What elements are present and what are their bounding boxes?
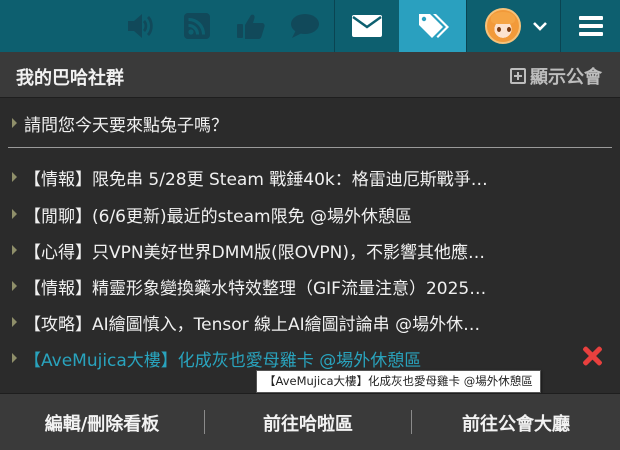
list-item-label[interactable]: 【情報】精靈形象變換藥水特效整理（GIF流量注意）2025… bbox=[24, 274, 486, 299]
list-item[interactable]: 【情報】限免串 5/28更 Steam 戰錘40k：格雷迪厄斯戰爭… bbox=[0, 160, 620, 194]
prompt-row: 請問您今天要來點兔子嗎？ bbox=[0, 106, 620, 140]
tooltip: 【AveMujica大樓】化成灰也愛母雞卡 @場外休憩區 bbox=[256, 370, 541, 393]
panel-footer: 編輯/刪除看板 前往哈啦區 前往公會大廳 bbox=[0, 393, 620, 450]
bullet-icon bbox=[12, 118, 17, 128]
panel-header: 我的巴哈社群 顯示公會 bbox=[0, 52, 620, 98]
chat-bubble-icon[interactable] bbox=[282, 0, 328, 52]
menu-icon[interactable] bbox=[561, 0, 620, 52]
list-item-label[interactable]: 【心得】只VPN美好世界DMM版(限OVPN)，不影響其他應… bbox=[24, 238, 485, 263]
bullet-icon bbox=[12, 317, 17, 327]
list-item[interactable]: 【心得】只VPN美好世界DMM版(限OVPN)，不影響其他應… bbox=[0, 233, 620, 267]
rss-icon[interactable] bbox=[174, 0, 220, 52]
bullet-icon bbox=[12, 281, 17, 291]
list-item[interactable]: 【閒聊】(6/6更新)最近的steam限免 @場外休憩區 bbox=[0, 197, 620, 231]
show-guild-label: 顯示公會 bbox=[530, 67, 602, 88]
remove-icon[interactable] bbox=[582, 346, 602, 366]
thumbs-up-icon[interactable] bbox=[228, 0, 274, 52]
list-item-label[interactable]: 【情報】限免串 5/28更 Steam 戰錘40k：格雷迪厄斯戰爭… bbox=[24, 165, 488, 190]
bullet-icon bbox=[12, 353, 17, 363]
list-item-label[interactable]: 【AveMujica大樓】化成灰也愛母雞卡 @場外休憩區 bbox=[24, 346, 421, 371]
chevron-down-icon bbox=[533, 22, 547, 31]
show-guild-button[interactable]: 顯示公會 bbox=[510, 63, 602, 89]
goto-hala-button[interactable]: 前往哈啦區 bbox=[205, 394, 411, 450]
community-panel: 我的巴哈社群 顯示公會 請問您今天要來點兔子嗎？ 【情報】限免串 5/28更 S… bbox=[0, 52, 620, 450]
bullet-icon bbox=[12, 209, 17, 219]
user-menu[interactable] bbox=[476, 0, 556, 52]
top-navbar bbox=[0, 0, 620, 52]
envelope-icon[interactable] bbox=[335, 0, 399, 52]
prompt-text: 請問您今天要來點兔子嗎？ bbox=[24, 115, 228, 136]
goto-guild-button[interactable]: 前往公會大廳 bbox=[412, 394, 620, 450]
list-item[interactable]: 【攻略】AI繪圖慎入，Tensor 線上AI繪圖討論串 @場外休… bbox=[0, 305, 620, 339]
list-item-label[interactable]: 【攻略】AI繪圖慎入，Tensor 線上AI繪圖討論串 @場外休… bbox=[24, 310, 480, 335]
avatar bbox=[485, 8, 521, 44]
tags-icon[interactable] bbox=[399, 0, 466, 52]
plus-square-icon bbox=[510, 68, 526, 84]
list-item-label[interactable]: 【閒聊】(6/6更新)最近的steam限免 @場外休憩區 bbox=[24, 202, 412, 227]
divider bbox=[8, 147, 612, 148]
panel-title: 我的巴哈社群 bbox=[16, 68, 124, 89]
bullet-icon bbox=[12, 245, 17, 255]
bullet-icon bbox=[12, 172, 17, 182]
list-item[interactable]: 【情報】精靈形象變換藥水特效整理（GIF流量注意）2025… bbox=[0, 269, 620, 303]
edit-boards-button[interactable]: 編輯/刪除看板 bbox=[0, 394, 204, 450]
volume-icon[interactable] bbox=[118, 0, 164, 52]
